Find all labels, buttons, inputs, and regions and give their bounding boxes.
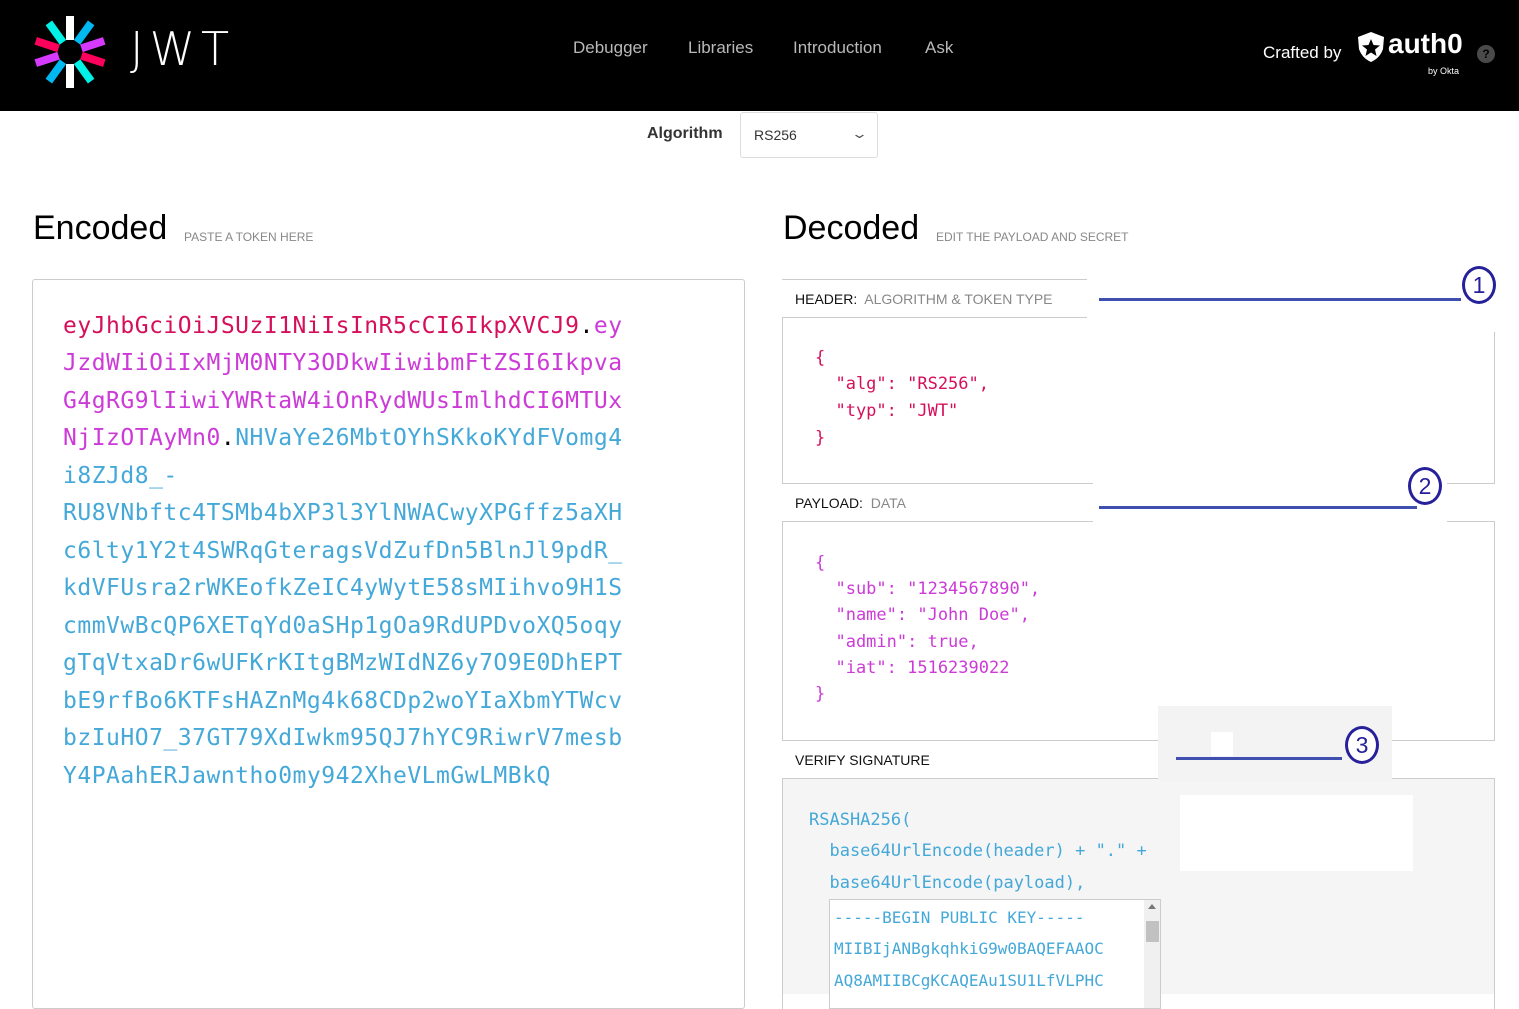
json-line: "alg": "RS256", <box>815 374 989 394</box>
token-line: cmmVwBcQP6XETqYd0aSHp1gOa9RdUPDvoXQ5oqy <box>63 613 623 639</box>
public-key-line: MIIBIjANBgkqhkiG9w0BAQEFAAOC <box>834 939 1104 958</box>
payload-section-label: PAYLOAD: <box>795 495 863 511</box>
encoded-subtitle: PASTE A TOKEN HERE <box>184 230 314 244</box>
token-segment: . <box>220 425 236 451</box>
token-line: c6lty1Y2t4SWRqGteragsVdZufDn5BlnJl9pdR_ <box>63 538 623 564</box>
annotation-pointer-line <box>1176 757 1342 760</box>
textarea-scrollbar[interactable] <box>1144 900 1160 1008</box>
annotation-pointer-line <box>1099 506 1417 509</box>
json-line: "typ": "JWT" <box>815 401 959 421</box>
token-segment: ey <box>593 313 623 339</box>
json-line: "iat": 1516239022 <box>815 658 1010 678</box>
header-section-label: HEADER: <box>795 291 858 307</box>
json-line: { <box>815 348 826 368</box>
encoded-title: Encoded <box>33 209 168 247</box>
signature-line: base64UrlEncode(payload), <box>809 873 1086 893</box>
token-line: kdVFUsra2rWKEofkZeIC4yWytE58sMIihvo9H1S <box>63 575 623 601</box>
auth0-shield-icon[interactable] <box>1356 31 1386 63</box>
decoded-title: Decoded <box>783 209 920 247</box>
token-segment: i8ZJd8_- <box>63 463 178 489</box>
json-line: "admin": true, <box>815 632 979 652</box>
algorithm-select[interactable]: RS256 ⌄ <box>740 112 878 158</box>
crafted-by-text: Crafted by <box>1263 43 1342 62</box>
token-line: gTqVtxaDr6wUFKrKItgBMzWIdNZ6y7O9E0DhEPT <box>63 650 623 676</box>
token-segment: Y4PAahERJawntho0my942XheVLmGwLMBkQ <box>63 763 551 789</box>
token-line: NjIzOTAyMn0.NHVaYe26MbtOYhSKkoKYdFVomg4 <box>63 425 623 451</box>
algorithm-label: Algorithm <box>647 125 723 142</box>
chevron-down-icon: ⌄ <box>850 126 869 141</box>
token-segment: eyJhbGciOiJSUzI1NiIsInR5cCI6IkpXVCJ9 <box>63 313 580 339</box>
payload-section-desc: DATA <box>870 495 906 511</box>
token-segment: NHVaYe26MbtOYhSKkoKYdFVomg4 <box>235 425 623 451</box>
top-navbar: JWT Debugger Libraries Introduction Ask … <box>0 0 1519 111</box>
verify-section-label: VERIFY SIGNATURE <box>795 752 930 768</box>
token-segment: cmmVwBcQP6XETqYd0aSHp1gOa9RdUPDvoXQ5oqy <box>63 613 623 639</box>
token-segment: JzdWIiOiIxMjM0NTY3ODkwIiwibmFtZSI6Ikpva <box>63 350 623 376</box>
token-segment: NjIzOTAyMn0 <box>63 425 221 451</box>
decoded-subtitle: EDIT THE PAYLOAD AND SECRET <box>936 230 1129 244</box>
nav-libraries[interactable]: Libraries <box>688 38 753 58</box>
token-segment: gTqVtxaDr6wUFKrKItgBMzWIdNZ6y7O9E0DhEPT <box>63 650 623 676</box>
token-line: JzdWIiOiIxMjM0NTY3ODkwIiwibmFtZSI6Ikpva <box>63 350 623 376</box>
scroll-up-arrow-icon[interactable] <box>1148 904 1156 909</box>
nav-ask[interactable]: Ask <box>925 38 953 58</box>
help-icon[interactable]: ? <box>1477 45 1495 63</box>
public-key-line: AQ8AMIIBCgKCAQEAu1SU1LfVLPHC <box>834 971 1104 990</box>
json-line: } <box>815 428 826 448</box>
token-line: eyJhbGciOiJSUzI1NiIsInR5cCI6IkpXVCJ9.ey <box>63 313 623 339</box>
token-line: bzIuHO7_37GT79XdIwkm95QJ7hYC9RiwrV7mesb <box>63 725 623 751</box>
json-line: "sub": "1234567890", <box>815 579 1041 599</box>
signature-line: RSASHA256( <box>809 810 912 830</box>
annotation-mask <box>1211 732 1233 756</box>
annotation-marker-1: 1 <box>1462 266 1496 304</box>
json-line: } <box>815 684 826 704</box>
signature-line: base64UrlEncode(header) + "." + <box>809 841 1147 861</box>
nav-debugger[interactable]: Debugger <box>573 38 648 58</box>
token-segment: G4gRG9lIiwiYWRtaW4iOnRydWUsImlhdCI6MTUx <box>63 388 623 414</box>
public-key-textarea[interactable]: -----BEGIN PUBLIC KEY----- MIIBIjANBgkqh… <box>829 899 1161 1009</box>
by-okta-text: by Okta <box>1428 66 1460 76</box>
annotation-marker-2: 2 <box>1408 467 1442 505</box>
nav-introduction[interactable]: Introduction <box>793 38 882 58</box>
json-line: "name": "John Doe", <box>815 605 1030 625</box>
public-key-line: -----BEGIN PUBLIC KEY----- <box>834 908 1085 927</box>
annotation-pointer-line <box>1099 298 1461 301</box>
annotation-marker-3: 3 <box>1345 726 1379 764</box>
scrollbar-thumb[interactable] <box>1146 921 1159 942</box>
token-segment: . <box>579 313 594 339</box>
token-segment: kdVFUsra2rWKEofkZeIC4yWytE58sMIihvo9H1S <box>63 575 623 601</box>
auth0-wordmark[interactable]: auth0 <box>1388 28 1463 60</box>
token-segment: RU8VNbftc4TSMb4bXP3l3YlNWACwyXPGffz5aXH <box>63 500 623 526</box>
token-segment: bE9rfBo6KTFsHAZnMg4k68CDp2woYIaXbmYTWcv <box>63 688 623 714</box>
jwt-logo-text[interactable]: JWT <box>130 22 235 76</box>
token-line: Y4PAahERJawntho0my942XheVLmGwLMBkQ <box>63 763 551 789</box>
jwt-logo-icon[interactable] <box>30 10 110 90</box>
token-segment: c6lty1Y2t4SWRqGteragsVdZufDn5BlnJl9pdR_ <box>63 538 623 564</box>
token-line: G4gRG9lIiwiYWRtaW4iOnRydWUsImlhdCI6MTUx <box>63 388 623 414</box>
annotation-mask <box>1180 795 1413 871</box>
algorithm-value: RS256 <box>754 127 797 143</box>
annotation-mask <box>1093 473 1447 528</box>
token-line: RU8VNbftc4TSMb4bXP3l3YlNWACwyXPGffz5aXH <box>63 500 623 526</box>
json-line: { <box>815 553 826 573</box>
annotation-mask <box>1087 270 1509 332</box>
header-section-desc: ALGORITHM & TOKEN TYPE <box>864 291 1053 307</box>
token-line: bE9rfBo6KTFsHAZnMg4k68CDp2woYIaXbmYTWcv <box>63 688 623 714</box>
token-segment: bzIuHO7_37GT79XdIwkm95QJ7hYC9RiwrV7mesb <box>63 725 623 751</box>
token-line: i8ZJd8_- <box>63 463 178 489</box>
